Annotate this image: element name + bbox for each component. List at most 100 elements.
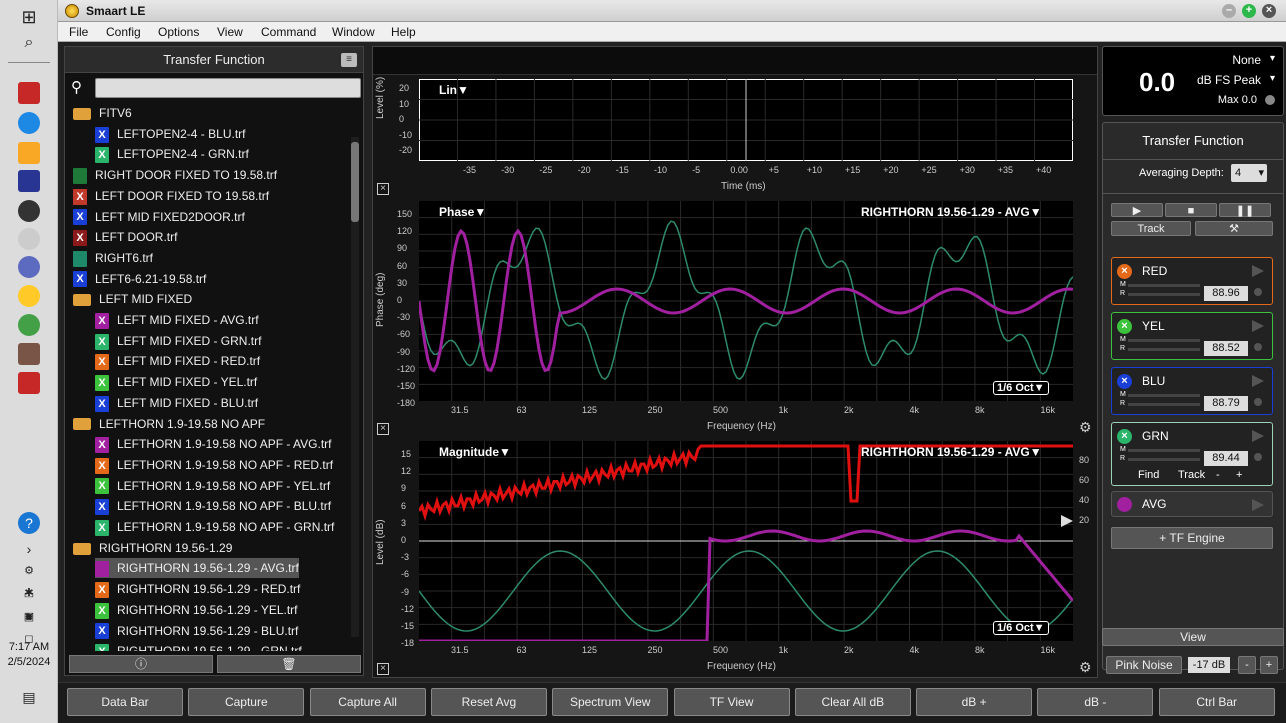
menu-help[interactable]: Help bbox=[391, 25, 416, 39]
tree-file[interactable]: X LEFTHORN 1.9-19.58 NO APF - RED.trf bbox=[95, 455, 333, 475]
averaging-select[interactable]: 4 ▾ bbox=[1231, 164, 1267, 182]
menu-view[interactable]: View bbox=[217, 25, 243, 39]
magnitude-octave-select[interactable]: 1/6 Oct▼ bbox=[993, 621, 1049, 635]
play-button[interactable]: ▶ bbox=[1111, 203, 1163, 217]
phase-plot[interactable] bbox=[419, 201, 1073, 401]
phase-trace-title[interactable]: RIGHTHORN 19.56-1.29 - AVG▼ bbox=[861, 205, 1042, 219]
cmd-reset-avg-button[interactable]: Reset Avg bbox=[430, 688, 547, 716]
tools-icon[interactable]: ⚒ bbox=[1195, 221, 1273, 236]
meter-unit[interactable]: dB FS Peak bbox=[1197, 73, 1261, 87]
menu-window[interactable]: Window bbox=[332, 25, 375, 39]
cmd-tf-view-button[interactable]: TF View bbox=[673, 688, 790, 716]
tree-file[interactable]: X LEFTHORN 1.9-19.58 NO APF - BLU.trf bbox=[95, 496, 331, 516]
delay-plus-button[interactable]: + bbox=[1236, 469, 1242, 481]
pink-minus-button[interactable]: - bbox=[1238, 656, 1256, 674]
cmd-capture-all-button[interactable]: Capture All bbox=[309, 688, 426, 716]
app-dark-icon[interactable] bbox=[18, 200, 40, 222]
trace-red[interactable]: × RED M R 88.96 bbox=[1111, 257, 1273, 305]
info-button[interactable]: ⓘ bbox=[69, 655, 213, 673]
meter-source[interactable]: None bbox=[1232, 53, 1261, 67]
tree-folder[interactable]: LEFTHORN 1.9-19.58 NO APF bbox=[73, 414, 265, 434]
cmd-clear-all-db-button[interactable]: Clear All dB bbox=[794, 688, 911, 716]
tree-folder[interactable]: LEFT MID FIXED bbox=[73, 289, 192, 309]
tree-file[interactable]: X LEFT DOOR FIXED TO 19.58.trf bbox=[73, 186, 269, 206]
tf-engine-button[interactable]: + TF Engine bbox=[1111, 527, 1273, 549]
tree-file[interactable]: X RIGHTHORN 19.56-1.29 - RED.trf bbox=[95, 579, 300, 599]
maximize-button[interactable]: + bbox=[1242, 4, 1256, 18]
stop-button[interactable]: ■ bbox=[1165, 203, 1217, 217]
coherence-marker-icon[interactable] bbox=[1061, 515, 1073, 527]
impulse-title[interactable]: Lin▼ bbox=[439, 83, 469, 97]
app-brown-icon[interactable] bbox=[18, 343, 40, 365]
track-trace-button[interactable]: Track bbox=[1178, 469, 1205, 481]
magnitude-close-icon[interactable]: × bbox=[377, 663, 389, 675]
cmd-ctrl-bar-button[interactable]: Ctrl Bar bbox=[1158, 688, 1275, 716]
cmd-data-bar-button[interactable]: Data Bar bbox=[67, 688, 183, 716]
tree-file[interactable]: X RIGHTHORN 19.56-1.29 - YEL.trf bbox=[95, 600, 298, 620]
menu-options[interactable]: Options bbox=[158, 25, 199, 39]
tree-file[interactable]: X LEFT MID FIXED - YEL.trf bbox=[95, 372, 257, 392]
pink-noise-button[interactable]: Pink Noise bbox=[1106, 656, 1182, 674]
phase-octave-select[interactable]: 1/6 Oct▼ bbox=[993, 381, 1049, 395]
tree-file[interactable]: RIGHT6.trf bbox=[73, 248, 153, 268]
pause-button[interactable]: ❚❚ bbox=[1219, 203, 1271, 217]
tree-file[interactable]: X LEFTHORN 1.9-19.58 NO APF - YEL.trf bbox=[95, 476, 330, 496]
tree-file[interactable]: X RIGHTHORN 19.56-1.29 - GRN.trf bbox=[95, 641, 302, 651]
trace-toggle-icon[interactable]: × bbox=[1117, 374, 1132, 389]
cmd-capture-button[interactable]: Capture bbox=[188, 688, 305, 716]
pink-plus-button[interactable]: + bbox=[1260, 656, 1278, 674]
search-input[interactable] bbox=[95, 78, 361, 98]
tree-file[interactable]: X LEFT MID FIXED - RED.trf bbox=[95, 351, 260, 371]
track-button[interactable]: Track bbox=[1111, 221, 1191, 236]
notification-icon[interactable]: ▤ bbox=[18, 686, 40, 708]
app-globe-icon[interactable] bbox=[18, 256, 40, 278]
impulse-plot[interactable] bbox=[419, 79, 1073, 161]
play-arrow-icon[interactable] bbox=[1252, 375, 1264, 387]
edge-icon[interactable] bbox=[18, 112, 40, 134]
scrollbar-thumb[interactable] bbox=[351, 142, 359, 222]
tree-folder[interactable]: RIGHTHORN 19.56-1.29 bbox=[73, 538, 232, 558]
display-icon[interactable]: ▣ ◻ bbox=[18, 606, 40, 645]
phase-gear-icon[interactable]: ⚙ bbox=[1079, 419, 1092, 436]
delete-button[interactable]: 🗑 bbox=[217, 655, 361, 673]
store-icon[interactable] bbox=[18, 142, 40, 164]
tray-icons[interactable]: ⚙ ✱ bbox=[18, 560, 40, 599]
windows-start-icon[interactable]: ⊞ bbox=[18, 6, 40, 28]
help-icon[interactable]: ? bbox=[18, 512, 40, 534]
tree-file[interactable]: X LEFT MID FIXED - GRN.trf bbox=[95, 331, 261, 351]
tree-file[interactable]: X LEFTOPEN2-4 - BLU.trf bbox=[95, 124, 245, 144]
play-arrow-icon[interactable] bbox=[1252, 320, 1264, 332]
rew-icon[interactable] bbox=[18, 170, 40, 192]
smaart-icon[interactable] bbox=[18, 285, 40, 307]
tree-file[interactable]: RIGHTHORN 19.56-1.29 - AVG.trf bbox=[95, 558, 299, 579]
clock[interactable]: 7:17 AM 2/5/2024 bbox=[2, 640, 56, 670]
tree-file[interactable]: X LEFTHORN 1.9-19.58 NO APF - GRN.trf bbox=[95, 517, 334, 537]
magnitude-title[interactable]: Magnitude▼ bbox=[439, 445, 511, 459]
search-icon[interactable]: ⌕ bbox=[18, 32, 40, 54]
trace-avg[interactable]: AVG bbox=[1111, 491, 1273, 517]
tree-file[interactable]: X LEFT MID FIXED2DOOR.trf bbox=[73, 207, 245, 227]
trace-toggle-icon[interactable]: × bbox=[1117, 264, 1132, 279]
tree-file[interactable]: X LEFT MID FIXED - BLU.trf bbox=[95, 393, 258, 413]
menu-config[interactable]: Config bbox=[106, 25, 141, 39]
play-arrow-icon[interactable] bbox=[1252, 499, 1264, 511]
tree-file[interactable]: RIGHT DOOR FIXED TO 19.58.trf bbox=[73, 165, 277, 185]
app-grey-icon[interactable] bbox=[18, 228, 40, 250]
tree-file[interactable]: X LEFTOPEN2-4 - GRN.trf bbox=[95, 144, 249, 164]
delay-minus-button[interactable]: - bbox=[1216, 469, 1220, 481]
impulse-close-icon[interactable]: × bbox=[377, 183, 389, 195]
tree-folder[interactable]: FITV6 bbox=[73, 103, 132, 123]
cmd-db--button[interactable]: dB + bbox=[916, 688, 1033, 716]
play-arrow-icon[interactable] bbox=[1252, 265, 1264, 277]
app-red2-icon[interactable] bbox=[18, 372, 40, 394]
magnitude-trace-title[interactable]: RIGHTHORN 19.56-1.29 - AVG▼ bbox=[861, 445, 1042, 459]
tree-file[interactable]: X LEFTHORN 1.9-19.58 NO APF - AVG.trf bbox=[95, 434, 332, 454]
phase-close-icon[interactable]: × bbox=[377, 423, 389, 435]
magnitude-plot[interactable] bbox=[419, 441, 1073, 641]
close-button[interactable]: × bbox=[1262, 4, 1276, 18]
magnitude-gear-icon[interactable]: ⚙ bbox=[1079, 659, 1092, 676]
pink-noise-level[interactable]: -17 dB bbox=[1188, 657, 1230, 673]
trace-blu[interactable]: × BLU M R 88.79 bbox=[1111, 367, 1273, 415]
chevron-down-icon[interactable]: ▾ bbox=[1270, 53, 1275, 64]
trace-delay[interactable]: 88.79 bbox=[1204, 396, 1248, 411]
